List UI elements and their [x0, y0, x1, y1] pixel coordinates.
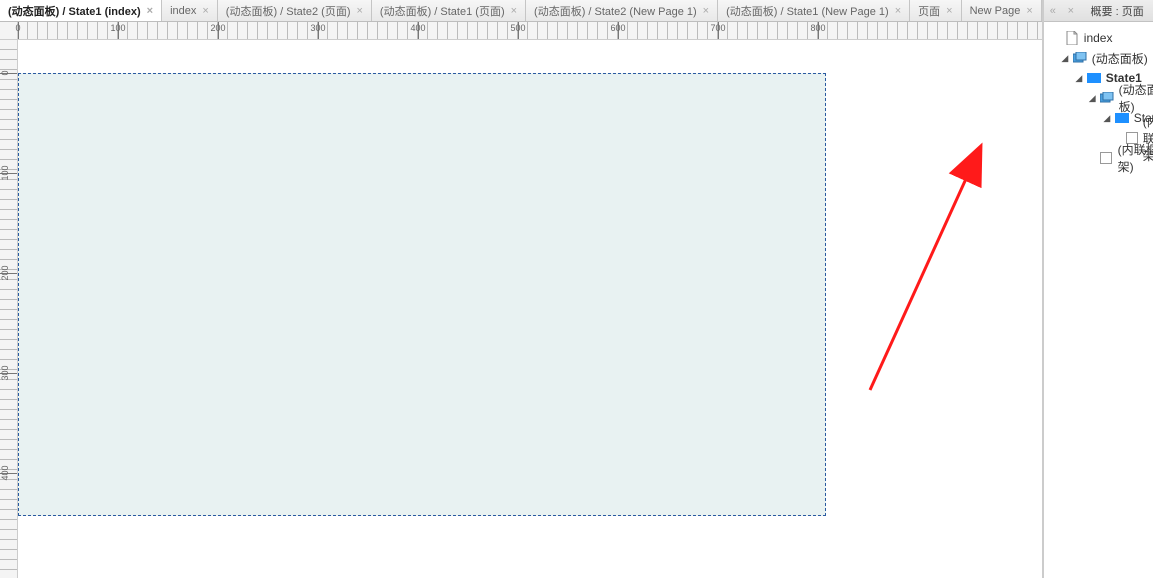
tree-label: (动态面板) [1119, 81, 1153, 115]
tab-label: (动态面板) / State1 (页面) [380, 3, 505, 19]
tab-label: (动态面板) / State2 (New Page 1) [534, 3, 697, 19]
editor-area: 0 100 200 300 400 500 600 700 800 0 100 200 300 400 [0, 22, 1042, 578]
canvas-inner [18, 40, 858, 550]
vertical-ruler: 0 100 200 300 400 [0, 40, 18, 578]
tab-label: (动态面板) / State1 (index) [8, 3, 141, 19]
tree-arrow-spacer: ◢ [1088, 153, 1097, 164]
tab-bar: (动态面板) / State1 (index)×index×(动态面板) / S… [0, 0, 1042, 22]
ruler-tick-label: 400 [0, 465, 17, 480]
tree-expand-icon[interactable]: ◢ [1088, 93, 1097, 104]
horizontal-ruler: 0 100 200 300 400 500 600 700 800 [18, 22, 1042, 40]
tree-row[interactable]: ◢ index [1044, 28, 1153, 48]
tree-row[interactable]: ◢ (动态面板) [1044, 48, 1153, 68]
tree-expand-icon[interactable]: ◢ [1074, 73, 1084, 84]
tab-5[interactable]: (动态面板) / State1 (New Page 1) × [718, 0, 910, 21]
tree-label: index [1084, 31, 1113, 45]
close-icon[interactable]: × [356, 5, 362, 17]
tree-row[interactable]: ◢(动态面板) [1044, 88, 1153, 108]
tab-0[interactable]: (动态面板) / State1 (index) × [0, 0, 162, 21]
canvas-scroll[interactable] [18, 40, 1042, 578]
ruler-tick-label: 100 [110, 23, 125, 33]
tab-label: New Page [970, 5, 1021, 17]
tree-row[interactable]: ◢(内联框架) [1044, 148, 1153, 168]
outline-panel: « × 概要 : 页面 ▾ ◢index◢(动态面板)◢State1◢(动态面板… [1043, 0, 1153, 578]
ruler-tick-label: 600 [610, 23, 625, 33]
dpanel-icon [1100, 91, 1114, 105]
ruler-tick-label: 200 [0, 265, 17, 280]
tab-6[interactable]: 页面 × [910, 0, 961, 21]
state-icon [1087, 71, 1101, 85]
tab-label: index [170, 5, 196, 17]
ruler-tick-label: 200 [210, 23, 225, 33]
ruler-tick-label: 500 [510, 23, 525, 33]
close-icon[interactable]: × [703, 5, 709, 17]
ruler-tick-label: 0 [0, 70, 17, 75]
tab-2[interactable]: (动态面板) / State2 (页面) × [218, 0, 372, 21]
close-icon[interactable]: × [1026, 5, 1032, 17]
tab-4[interactable]: (动态面板) / State2 (New Page 1) × [526, 0, 718, 21]
tab-7[interactable]: New Page × [962, 0, 1042, 21]
tab-label: 页面 [918, 3, 940, 19]
tab-3[interactable]: (动态面板) / State1 (页面) × [372, 0, 526, 21]
close-icon[interactable]: × [895, 5, 901, 17]
ruler-tick-label: 300 [310, 23, 325, 33]
ruler-tick-label: 700 [710, 23, 725, 33]
tab-label: (动态面板) / State1 (New Page 1) [726, 3, 889, 19]
panel-close-icon[interactable]: × [1062, 5, 1080, 17]
panel-header: « × 概要 : 页面 ▾ [1044, 0, 1153, 22]
tab-label: (动态面板) / State2 (页面) [226, 3, 351, 19]
editor-pane: (动态面板) / State1 (index)×index×(动态面板) / S… [0, 0, 1043, 578]
tree-arrow-spacer: ◢ [1052, 33, 1062, 44]
tab-1[interactable]: index × [162, 0, 218, 21]
iframe-icon [1100, 151, 1113, 165]
close-icon[interactable]: × [946, 5, 952, 17]
tree-label: (动态面板) [1092, 50, 1148, 67]
tree-expand-icon[interactable]: ◢ [1102, 113, 1112, 124]
outline-tree: ◢index◢(动态面板)◢State1◢(动态面板)◢State2◢(内联框架… [1044, 22, 1153, 578]
ruler-tick-label: 100 [0, 165, 17, 180]
tree-expand-icon[interactable]: ◢ [1060, 53, 1070, 64]
tree-row[interactable]: ◢State2 [1044, 108, 1153, 128]
ruler-tick-label: 400 [410, 23, 425, 33]
state-icon [1115, 111, 1129, 125]
dpanel-icon [1073, 51, 1087, 65]
close-icon[interactable]: × [202, 5, 208, 17]
close-icon[interactable]: × [147, 5, 153, 17]
ruler-tick-label: 0 [15, 23, 20, 33]
design-surface[interactable] [18, 73, 826, 516]
ruler-tick-label: 800 [810, 23, 825, 33]
page-icon [1065, 31, 1079, 45]
panel-title: 概要 : 页面 [1080, 3, 1153, 19]
close-icon[interactable]: × [511, 5, 517, 17]
ruler-tick-label: 300 [0, 365, 17, 380]
tree-label: (内联框架) [1118, 141, 1153, 175]
nav-back-icon[interactable]: « [1044, 5, 1062, 17]
